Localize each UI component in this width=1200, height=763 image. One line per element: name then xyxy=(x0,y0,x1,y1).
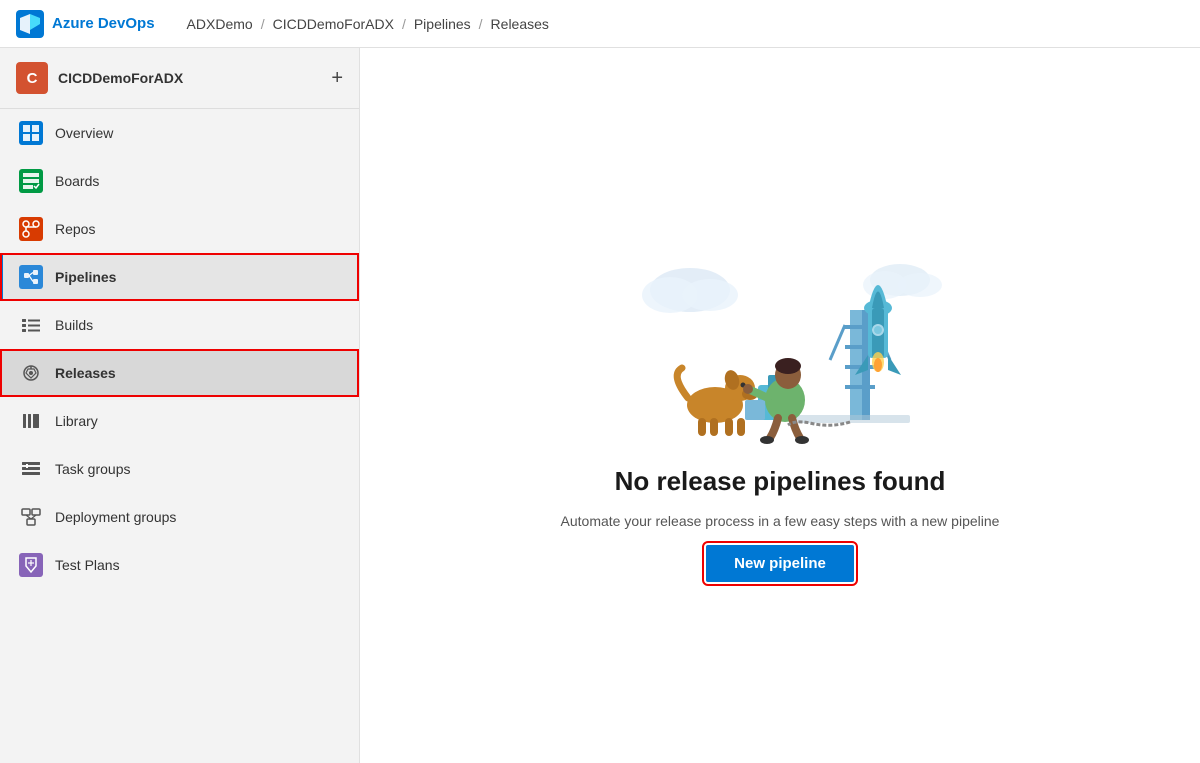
repos-icon xyxy=(19,217,43,241)
sidebar-item-label-taskgroups: Task groups xyxy=(55,461,130,477)
pipelines-icon xyxy=(19,265,43,289)
sidebar-item-label-overview: Overview xyxy=(55,125,113,141)
logo-area[interactable]: Azure DevOps xyxy=(16,10,155,38)
deploygroups-icon xyxy=(19,505,43,529)
empty-state-title: No release pipelines found xyxy=(615,466,946,497)
sidebar-item-builds[interactable]: Builds xyxy=(0,301,359,349)
empty-state-description: Automate your release process in a few e… xyxy=(561,513,1000,529)
azure-devops-logo-icon xyxy=(16,10,44,38)
builds-icon xyxy=(19,313,43,337)
sidebar-item-label-testplans: Test Plans xyxy=(55,557,120,573)
sidebar: C CICDDemoForADX + Overview xyxy=(0,48,360,763)
breadcrumb-sep-3: / xyxy=(479,16,483,32)
sidebar-item-label-releases: Releases xyxy=(55,365,116,381)
sidebar-item-label-repos: Repos xyxy=(55,221,95,237)
main-content: No release pipelines found Automate your… xyxy=(360,48,1200,763)
breadcrumb-cicddemoforadx[interactable]: CICDDemoForADX xyxy=(273,16,394,32)
breadcrumb-adxdemo[interactable]: ADXDemo xyxy=(187,16,253,32)
breadcrumb-releases[interactable]: Releases xyxy=(491,16,549,32)
breadcrumb-pipelines[interactable]: Pipelines xyxy=(414,16,471,32)
sidebar-item-label-pipelines: Pipelines xyxy=(55,269,116,285)
illustration xyxy=(610,230,950,450)
new-pipeline-button[interactable]: New pipeline xyxy=(706,545,854,582)
sidebar-item-releases[interactable]: Releases xyxy=(0,349,359,397)
sidebar-item-taskgroups[interactable]: Task groups xyxy=(0,445,359,493)
sidebar-item-pipelines[interactable]: Pipelines xyxy=(0,253,359,301)
sidebar-item-overview[interactable]: Overview xyxy=(0,109,359,157)
breadcrumb-sep-1: / xyxy=(261,16,265,32)
empty-state: No release pipelines found Automate your… xyxy=(561,230,1000,582)
add-project-button[interactable]: + xyxy=(331,67,343,90)
sidebar-item-label-boards: Boards xyxy=(55,173,99,189)
sidebar-item-boards[interactable]: Boards xyxy=(0,157,359,205)
sidebar-project-header: C CICDDemoForADX + xyxy=(0,48,359,109)
sidebar-item-library[interactable]: Library xyxy=(0,397,359,445)
sidebar-item-repos[interactable]: Repos xyxy=(0,205,359,253)
logo-text: Azure DevOps xyxy=(52,15,155,32)
sidebar-item-testplans[interactable]: Test Plans xyxy=(0,541,359,589)
boards-icon xyxy=(19,169,43,193)
project-name: CICDDemoForADX xyxy=(58,70,183,86)
project-left: C CICDDemoForADX xyxy=(16,62,183,94)
sidebar-item-label-library: Library xyxy=(55,413,98,429)
breadcrumb-sep-2: / xyxy=(402,16,406,32)
taskgroups-icon xyxy=(19,457,43,481)
overview-icon xyxy=(19,121,43,145)
sidebar-item-label-builds: Builds xyxy=(55,317,93,333)
top-nav: Azure DevOps ADXDemo / CICDDemoForADX / … xyxy=(0,0,1200,48)
project-icon: C xyxy=(16,62,48,94)
sidebar-item-label-deploygroups: Deployment groups xyxy=(55,509,176,525)
releases-icon xyxy=(19,361,43,385)
main-layout: C CICDDemoForADX + Overview xyxy=(0,48,1200,763)
testplans-icon xyxy=(19,553,43,577)
library-icon xyxy=(19,409,43,433)
breadcrumb: ADXDemo / CICDDemoForADX / Pipelines / R… xyxy=(187,16,549,32)
sidebar-item-deploygroups[interactable]: Deployment groups xyxy=(0,493,359,541)
